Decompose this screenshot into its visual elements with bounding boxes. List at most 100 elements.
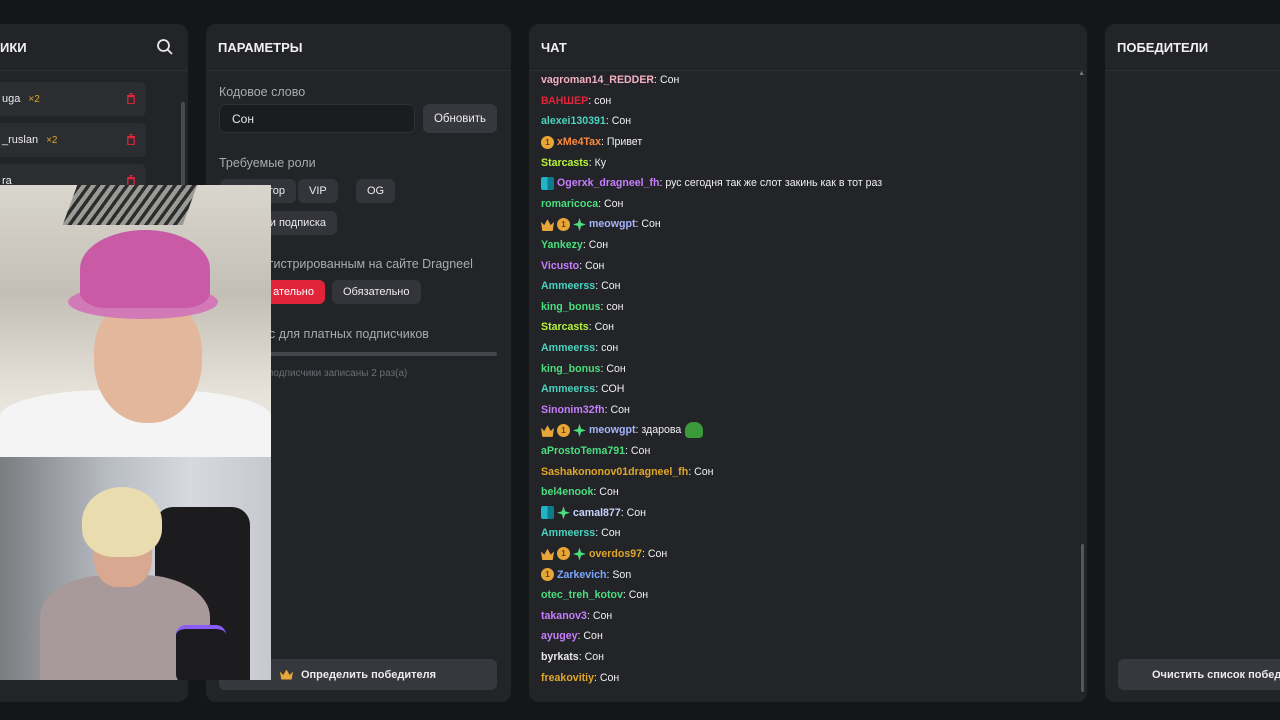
params-header: ПАРАМЕТРЫ bbox=[206, 24, 511, 71]
chat-username[interactable]: meowgpt bbox=[589, 424, 636, 436]
participant-name: _ruslan bbox=[2, 134, 39, 146]
participant-item[interactable]: _ruslan ×2 bbox=[0, 123, 146, 157]
participant-item[interactable]: uga ×2 bbox=[0, 82, 146, 116]
chat-text: Сон bbox=[628, 589, 649, 602]
chat-text: здарова bbox=[641, 424, 682, 437]
chat-username[interactable]: otec_treh_kotov bbox=[541, 589, 623, 601]
gem-badge-icon bbox=[557, 506, 570, 520]
chat-message: Ammeerss: Сон bbox=[541, 276, 1073, 297]
chat-message: vagroman14_REDDER: Сон bbox=[541, 70, 1073, 91]
chat-username[interactable]: xMe4Tax bbox=[557, 136, 601, 148]
webcam-top bbox=[0, 185, 271, 457]
search-icon[interactable] bbox=[156, 38, 174, 59]
params-title: ПАРАМЕТРЫ bbox=[218, 39, 303, 55]
ceiling-vent bbox=[62, 185, 198, 225]
chat-username[interactable]: Sinonim32fh bbox=[541, 404, 605, 416]
bonus-label: с для платных подписчиков bbox=[269, 327, 429, 341]
chat-username[interactable]: byrkats bbox=[541, 651, 579, 663]
crown-icon bbox=[279, 669, 293, 680]
trash-icon[interactable] bbox=[126, 134, 136, 146]
bonus-hint: подписчики записаны 2 раз(а) bbox=[268, 368, 408, 379]
participants-title: ИКИ bbox=[0, 39, 27, 55]
bucket-hat bbox=[80, 230, 210, 308]
chat-title: ЧАТ bbox=[541, 39, 567, 55]
clear-winners-button[interactable]: Очистить список победи bbox=[1118, 659, 1280, 690]
chat-text: Сон bbox=[611, 115, 632, 128]
chat-username[interactable]: Starcasts bbox=[541, 157, 589, 169]
chat-username[interactable]: takanov3 bbox=[541, 610, 587, 622]
chat-message: aProstoTema791: Сон bbox=[541, 441, 1073, 462]
chat-username[interactable]: king_bonus bbox=[541, 363, 600, 375]
chat-text: Сон bbox=[584, 259, 605, 272]
chat-username[interactable]: Ogerxk_dragneel_fh bbox=[557, 177, 659, 189]
chat-username[interactable]: camal877 bbox=[573, 507, 621, 519]
chat-username[interactable]: overdos97 bbox=[589, 548, 642, 560]
microphone bbox=[176, 625, 226, 680]
scroll-up-icon[interactable]: ▲ bbox=[1078, 70, 1085, 77]
chat-username[interactable]: ayugey bbox=[541, 630, 578, 642]
chat-username[interactable]: ВАНШЕР bbox=[541, 95, 588, 107]
chat-username[interactable]: Vicusto bbox=[541, 260, 579, 272]
participant-count: ×2 bbox=[28, 93, 40, 105]
participant-name: uga bbox=[2, 93, 21, 105]
chat-panel: ЧАТ ▲ vagroman14_REDDER: Сон ВАНШЕР: сон a… bbox=[529, 24, 1087, 702]
chat-header: ЧАТ bbox=[529, 24, 1087, 71]
chat-message: Ogerxk_dragneel_fh: рус сегодня так же с… bbox=[541, 173, 1073, 194]
chat-message: Sashakononov01dragneel_fh: Сон bbox=[541, 461, 1073, 482]
chat-message: freakovitiy: Сон bbox=[541, 667, 1073, 688]
chat-message: bel4enook: Сон bbox=[541, 482, 1073, 503]
gem-badge-icon bbox=[573, 217, 586, 231]
chat-text: СОН bbox=[601, 383, 625, 396]
participants-scrollbar[interactable] bbox=[181, 102, 185, 192]
participant-count: ×2 bbox=[46, 134, 58, 146]
chat-message: Yankezy: Сон bbox=[541, 235, 1073, 256]
chat-text: Ку bbox=[594, 156, 607, 169]
chat-text: сон bbox=[606, 300, 624, 313]
app-badge-icon bbox=[541, 176, 554, 190]
option-required[interactable]: Обязательно bbox=[332, 280, 421, 304]
keyword-label: Кодовое слово bbox=[219, 85, 306, 99]
chat-username[interactable]: bel4enook bbox=[541, 486, 593, 498]
role-vip[interactable]: VIP bbox=[298, 179, 338, 203]
chat-text: Сон bbox=[647, 547, 668, 560]
chat-username[interactable]: romaricoca bbox=[541, 198, 598, 210]
chat-text: Сон bbox=[601, 527, 621, 540]
coin-badge-icon: 1 bbox=[541, 568, 554, 582]
chat-username[interactable]: Starcasts bbox=[541, 321, 589, 333]
chat-message: byrkats: Сон bbox=[541, 647, 1073, 668]
chat-text: Сон bbox=[659, 74, 680, 87]
chat-message: king_bonus: сон bbox=[541, 297, 1073, 318]
chat-username[interactable]: Ammeerss bbox=[541, 383, 595, 395]
chat-text: Сон bbox=[694, 465, 714, 478]
chat-username[interactable]: vagroman14_REDDER bbox=[541, 74, 654, 86]
participants-header: ИКИ bbox=[0, 24, 188, 71]
chat-username[interactable]: king_bonus bbox=[541, 301, 600, 313]
chat-text: Сон bbox=[588, 239, 609, 252]
keyword-input[interactable]: Сон bbox=[219, 104, 415, 133]
roles-label: Требуемые роли bbox=[219, 156, 316, 170]
chat-username[interactable]: Yankezy bbox=[541, 239, 583, 251]
chat-message: 1 xMe4Tax: Привет bbox=[541, 132, 1073, 153]
chat-text: Сон bbox=[641, 218, 661, 231]
chat-scrollbar[interactable] bbox=[1081, 544, 1084, 692]
chat-username[interactable]: aProstoTema791 bbox=[541, 445, 625, 457]
coin-badge-icon: 1 bbox=[541, 135, 554, 149]
role-og[interactable]: OG bbox=[356, 179, 396, 203]
chat-text: сон bbox=[594, 94, 612, 107]
chat-username[interactable]: meowgpt bbox=[589, 218, 636, 230]
chat-username[interactable]: Zarkevich bbox=[557, 569, 606, 581]
refresh-button[interactable]: Обновить bbox=[423, 104, 497, 133]
chat-username[interactable]: Ammeerss bbox=[541, 280, 595, 292]
webcam-bottom bbox=[0, 457, 271, 680]
coin-badge-icon: 1 bbox=[557, 423, 570, 437]
chat-username[interactable]: alexei130391 bbox=[541, 115, 606, 127]
chat-username[interactable]: freakovitiy bbox=[541, 672, 594, 684]
chat-username[interactable]: Sashakononov01dragneel_fh bbox=[541, 466, 688, 478]
crown-badge-icon bbox=[541, 548, 554, 561]
chat-username[interactable]: Ammeerss bbox=[541, 527, 595, 539]
chat-message: otec_treh_kotov: Сон bbox=[541, 585, 1073, 606]
chat-username[interactable]: Ammeerss bbox=[541, 342, 595, 354]
trash-icon[interactable] bbox=[126, 93, 136, 105]
chat-message: Starcasts: Ку bbox=[541, 152, 1073, 173]
chat-text: Сон bbox=[606, 362, 626, 375]
